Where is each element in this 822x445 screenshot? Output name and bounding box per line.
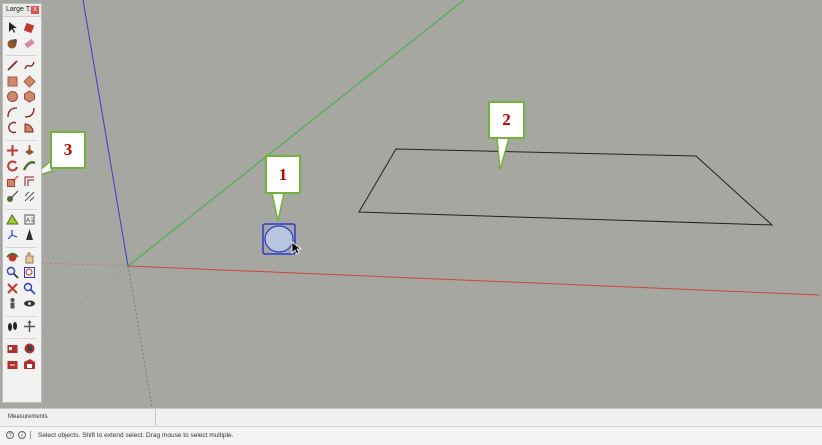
follow-me-icon[interactable] bbox=[23, 159, 36, 172]
blue-axis-dashed bbox=[127, 265, 153, 408]
tool-row bbox=[6, 89, 39, 105]
scale-icon[interactable] bbox=[6, 175, 19, 188]
toolbar-title-bar[interactable]: Large T... x bbox=[3, 4, 41, 17]
warehouse-icon[interactable] bbox=[6, 342, 19, 355]
freehand-icon[interactable] bbox=[23, 59, 36, 72]
toolbar-divider bbox=[6, 137, 37, 141]
blue-axis bbox=[82, 0, 129, 267]
tool-row bbox=[6, 105, 39, 121]
callout-1-tail bbox=[271, 192, 285, 222]
tool-row bbox=[6, 120, 39, 136]
callout-3: 3 bbox=[50, 131, 86, 169]
tool-row bbox=[6, 20, 39, 36]
callout-2-tail bbox=[496, 137, 510, 171]
red-axis-dashed bbox=[39, 262, 129, 267]
component-icon[interactable] bbox=[6, 37, 19, 50]
tool-row bbox=[6, 158, 39, 174]
green-axis bbox=[127, 0, 465, 267]
axes-icon[interactable] bbox=[6, 228, 19, 241]
zoom-extents-icon[interactable] bbox=[6, 282, 19, 295]
drawn-rectangle[interactable] bbox=[358, 148, 774, 226]
tool-row bbox=[6, 319, 39, 335]
toolbar-divider bbox=[6, 206, 37, 210]
green-axis-dashed bbox=[39, 265, 129, 337]
share-model-icon[interactable] bbox=[6, 358, 19, 371]
zoom-window-icon[interactable] bbox=[23, 266, 36, 279]
polygon-icon[interactable] bbox=[23, 90, 36, 103]
status-divider bbox=[30, 431, 31, 439]
callout-2-label: 2 bbox=[502, 110, 511, 129]
tool-row bbox=[6, 250, 39, 266]
section-plane-icon[interactable] bbox=[23, 319, 36, 333]
rotate-icon[interactable] bbox=[6, 159, 19, 172]
status-bar: ? i Select objects. Shift to extend sele… bbox=[0, 426, 822, 445]
tool-row bbox=[6, 58, 39, 74]
select-icon[interactable] bbox=[6, 21, 19, 34]
two-point-arc-icon[interactable] bbox=[23, 106, 36, 119]
callout-3-label: 3 bbox=[63, 140, 73, 159]
tool-row bbox=[6, 174, 39, 190]
previous-view-icon[interactable] bbox=[23, 282, 36, 295]
modeling-viewport[interactable]: 1 2 3 bbox=[0, 0, 822, 408]
offset-icon[interactable] bbox=[23, 175, 36, 188]
extension-icon[interactable] bbox=[23, 342, 36, 355]
arc-icon[interactable] bbox=[6, 106, 19, 119]
layout-icon[interactable] bbox=[23, 358, 36, 371]
dimension-icon[interactable] bbox=[23, 190, 36, 203]
tool-row bbox=[6, 357, 39, 373]
toolbar-divider bbox=[6, 313, 37, 317]
scene-canvas[interactable] bbox=[0, 0, 822, 408]
callout-2: 2 bbox=[488, 101, 525, 139]
move-icon[interactable] bbox=[6, 144, 19, 157]
tool-row bbox=[6, 296, 39, 312]
position-camera-icon[interactable] bbox=[6, 297, 19, 310]
mouse-cursor-icon bbox=[291, 241, 303, 255]
tool-row bbox=[6, 281, 39, 297]
measurements-bar: Measurements bbox=[0, 408, 822, 427]
rectangle-icon[interactable] bbox=[6, 75, 19, 88]
large-tool-set-toolbar[interactable]: Large T... x A1 bbox=[2, 3, 42, 403]
three-point-arc-icon[interactable] bbox=[6, 121, 19, 134]
protractor-icon[interactable] bbox=[6, 213, 19, 226]
pan-icon[interactable] bbox=[23, 251, 36, 264]
tool-row bbox=[6, 143, 39, 159]
circle-icon[interactable] bbox=[6, 90, 19, 103]
line-icon[interactable] bbox=[6, 59, 19, 72]
toolbar-divider bbox=[6, 335, 37, 339]
measurements-label: Measurements bbox=[0, 409, 156, 426]
eraser-icon[interactable] bbox=[23, 37, 36, 50]
callout-1: 1 bbox=[265, 155, 301, 194]
look-around-icon[interactable] bbox=[23, 297, 36, 310]
pie-icon[interactable] bbox=[23, 121, 36, 134]
toolbar-divider bbox=[6, 52, 37, 56]
status-icons: ? i bbox=[6, 431, 31, 439]
info-icon[interactable]: i bbox=[18, 431, 26, 439]
orbit-icon[interactable] bbox=[6, 251, 19, 264]
toolbar-divider bbox=[6, 244, 37, 248]
tool-grid: A1 bbox=[3, 17, 41, 372]
toolbar-close-button[interactable]: x bbox=[31, 6, 39, 14]
tool-row bbox=[6, 227, 39, 243]
tape-measure-icon[interactable] bbox=[6, 190, 19, 203]
text-icon[interactable]: A1 bbox=[23, 213, 36, 226]
status-message: Select objects. Shift to extend select. … bbox=[38, 432, 234, 439]
selected-circle[interactable] bbox=[264, 225, 294, 253]
svg-text:A1: A1 bbox=[26, 217, 34, 224]
tool-row bbox=[6, 341, 39, 357]
paint-bucket-icon[interactable] bbox=[23, 21, 36, 34]
red-axis bbox=[127, 265, 821, 296]
tool-row bbox=[6, 265, 39, 281]
help-icon[interactable]: ? bbox=[6, 431, 14, 439]
callout-1-label: 1 bbox=[278, 165, 288, 184]
tool-row bbox=[6, 36, 39, 52]
rotated-rectangle-icon[interactable] bbox=[23, 75, 36, 88]
push-pull-icon[interactable] bbox=[23, 144, 36, 157]
tool-row bbox=[6, 74, 39, 90]
3d-text-icon[interactable] bbox=[23, 228, 36, 241]
tool-row: A1 bbox=[6, 212, 39, 228]
tool-row bbox=[6, 189, 39, 205]
walk-icon[interactable] bbox=[6, 320, 19, 333]
zoom-icon[interactable] bbox=[6, 266, 19, 279]
